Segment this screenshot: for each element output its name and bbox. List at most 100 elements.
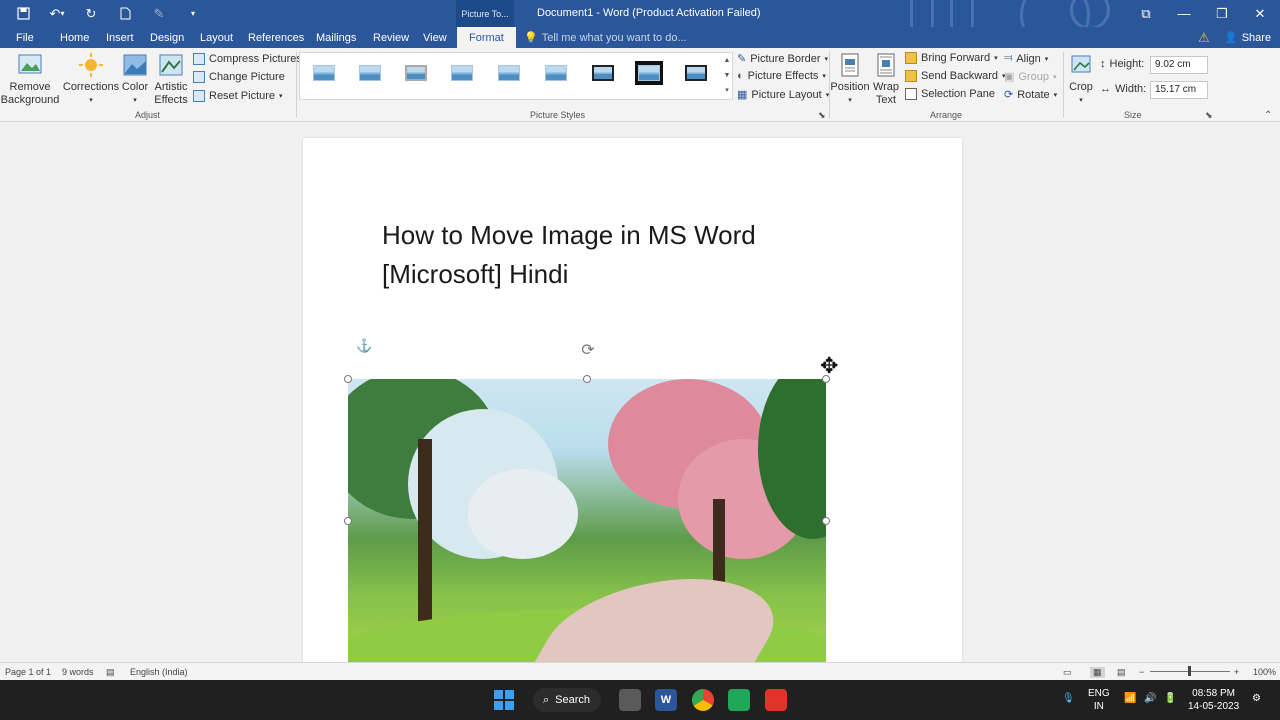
restore-button[interactable]: ❐ xyxy=(1203,0,1241,27)
tab-home[interactable]: Home xyxy=(60,27,89,48)
corrections-button[interactable]: Corrections ▾ xyxy=(63,52,119,107)
picture-style-5[interactable] xyxy=(495,61,523,85)
bring-forward-button[interactable]: Bring Forward ▾ xyxy=(905,52,998,64)
wrap-text-button[interactable]: Wrap Text xyxy=(870,52,902,107)
ribbon-display-options-icon[interactable]: ⧉ xyxy=(1127,0,1165,27)
clock[interactable]: 08:58 PM 14-05-2023 xyxy=(1188,687,1239,713)
picture-style-2[interactable] xyxy=(356,61,384,85)
reset-picture-button[interactable]: Reset Picture ▾ xyxy=(193,90,283,102)
close-button[interactable]: ✕ xyxy=(1241,0,1279,27)
resize-handle-top[interactable] xyxy=(583,375,591,383)
crop-button[interactable]: Crop ▾ xyxy=(1066,52,1096,107)
microphone-icon[interactable]: 🎙 xyxy=(1062,692,1075,705)
tab-review[interactable]: Review xyxy=(373,27,409,48)
align-button[interactable]: ⫤ Align ▾ xyxy=(1004,52,1048,65)
rotate-handle-icon[interactable]: ⟳ xyxy=(577,340,599,362)
warning-icon[interactable]: ⚠ xyxy=(1198,30,1210,46)
wrap-text-icon xyxy=(877,53,895,77)
width-icon: ↔ xyxy=(1100,83,1111,95)
separator xyxy=(296,52,297,118)
width-field[interactable]: 15.17 cm xyxy=(1150,81,1208,99)
compress-pictures-button[interactable]: Compress Pictures xyxy=(193,53,302,65)
artistic-effects-button[interactable]: Artistic Effects xyxy=(152,52,190,107)
battery-icon[interactable]: 🔋 xyxy=(1164,692,1176,705)
word-app-icon[interactable]: W xyxy=(655,689,677,711)
landscape-picture[interactable] xyxy=(348,379,826,669)
volume-icon[interactable]: 🔊 xyxy=(1144,692,1156,705)
document-page[interactable]: How to Move Image in MS Word [Microsoft]… xyxy=(303,138,962,669)
taskbar-search[interactable]: ⌕ Search xyxy=(533,688,601,712)
tell-me-search[interactable]: 💡 Tell me what you want to do... xyxy=(524,31,687,45)
picture-effects-button[interactable]: ◐ Picture Effects ▾ xyxy=(737,70,826,82)
search-icon: ⌕ xyxy=(543,693,550,706)
tab-file[interactable]: File xyxy=(16,27,34,48)
red-app-icon[interactable] xyxy=(765,689,787,711)
undo-icon[interactable]: ↶ ▾ xyxy=(42,3,72,24)
artistic-effects-label-1: Artistic xyxy=(154,81,188,93)
green-app-icon[interactable] xyxy=(728,689,750,711)
rotate-button[interactable]: ⟳ Rotate ▾ xyxy=(1004,88,1057,102)
picture-layout-button[interactable]: ▦ Picture Layout ▾ xyxy=(737,88,829,102)
resize-handle-left[interactable] xyxy=(344,517,352,525)
region-code: IN xyxy=(1093,701,1104,712)
zoom-out-icon[interactable]: − xyxy=(1139,667,1144,677)
windows-start-icon[interactable] xyxy=(493,689,515,711)
minimize-button[interactable]: — xyxy=(1165,0,1203,27)
picture-style-1[interactable] xyxy=(310,61,338,85)
resize-handle-right[interactable] xyxy=(822,517,830,525)
tab-format[interactable]: Format xyxy=(457,27,516,48)
picture-style-9[interactable] xyxy=(682,61,710,85)
anchor-icon[interactable]: ⚓ xyxy=(356,338,372,354)
notification-icon[interactable]: ⚙ xyxy=(1252,692,1261,705)
wifi-icon[interactable]: 📶 xyxy=(1124,692,1136,705)
web-layout-icon[interactable]: ▤ xyxy=(1117,667,1126,678)
language-indicator[interactable]: English (India) xyxy=(130,667,188,677)
picture-style-7[interactable] xyxy=(589,61,617,85)
new-document-icon[interactable] xyxy=(110,3,140,24)
selection-pane-button[interactable]: Selection Pane xyxy=(905,88,995,100)
customize-qat-icon[interactable]: ▾ xyxy=(178,3,208,24)
picture-border-button[interactable]: ✎ Picture Border ▾ xyxy=(737,52,828,66)
chrome-app-icon[interactable] xyxy=(692,689,714,711)
tab-references[interactable]: References xyxy=(248,27,304,48)
read-mode-icon[interactable]: ▭ xyxy=(1063,667,1072,678)
resize-handle-top-left[interactable] xyxy=(344,375,352,383)
task-view-icon[interactable] xyxy=(619,689,641,711)
group-button[interactable]: ▣ Group ▾ xyxy=(1004,70,1057,84)
picture-style-8[interactable] xyxy=(635,61,663,85)
tab-layout[interactable]: Layout xyxy=(200,27,233,48)
tab-design[interactable]: Design xyxy=(150,27,184,48)
page-count[interactable]: Page 1 of 1 xyxy=(5,667,51,677)
size-dialog-launcher-icon[interactable]: ⬊ xyxy=(1205,110,1213,121)
zoom-slider-thumb[interactable] xyxy=(1188,666,1191,676)
color-button[interactable]: Color ▾ xyxy=(120,52,150,107)
picture-style-3[interactable] xyxy=(402,61,430,85)
gallery-scroll[interactable]: ▲ ▼ ▾ xyxy=(722,53,732,98)
remove-background-button[interactable]: Remove Background xyxy=(1,52,59,107)
styles-dialog-launcher-icon[interactable]: ⬊ xyxy=(818,110,826,121)
collapse-ribbon-icon[interactable]: ⌃ xyxy=(1264,110,1272,121)
proofing-icon[interactable]: ▤ xyxy=(106,667,115,678)
tab-insert[interactable]: Insert xyxy=(106,27,134,48)
position-icon xyxy=(841,53,859,77)
picture-style-4[interactable] xyxy=(448,61,476,85)
document-heading[interactable]: How to Move Image in MS Word [Microsoft]… xyxy=(382,216,756,294)
zoom-in-icon[interactable]: + xyxy=(1234,667,1239,677)
word-count[interactable]: 9 words xyxy=(62,667,94,677)
change-picture-button[interactable]: Change Picture xyxy=(193,71,285,83)
draw-table-icon[interactable]: ✎ xyxy=(144,3,174,24)
tab-mailings[interactable]: Mailings xyxy=(316,27,356,48)
group-label: Group xyxy=(1018,70,1049,83)
zoom-level[interactable]: 100% xyxy=(1253,667,1276,677)
position-button[interactable]: Position ▾ xyxy=(830,52,870,107)
redo-icon[interactable]: ↻ xyxy=(76,3,106,24)
picture-style-6[interactable] xyxy=(542,61,570,85)
share-button[interactable]: 👤 Share xyxy=(1224,31,1271,45)
reset-picture-label: Reset Picture xyxy=(209,90,276,102)
save-icon[interactable] xyxy=(8,3,38,24)
language-switcher[interactable]: ENG IN xyxy=(1088,687,1110,713)
send-backward-button[interactable]: Send Backward ▾ xyxy=(905,70,1006,82)
print-layout-icon[interactable]: ▦ xyxy=(1090,667,1105,678)
height-field[interactable]: 9.02 cm xyxy=(1150,56,1208,74)
tab-view[interactable]: View xyxy=(423,27,447,48)
